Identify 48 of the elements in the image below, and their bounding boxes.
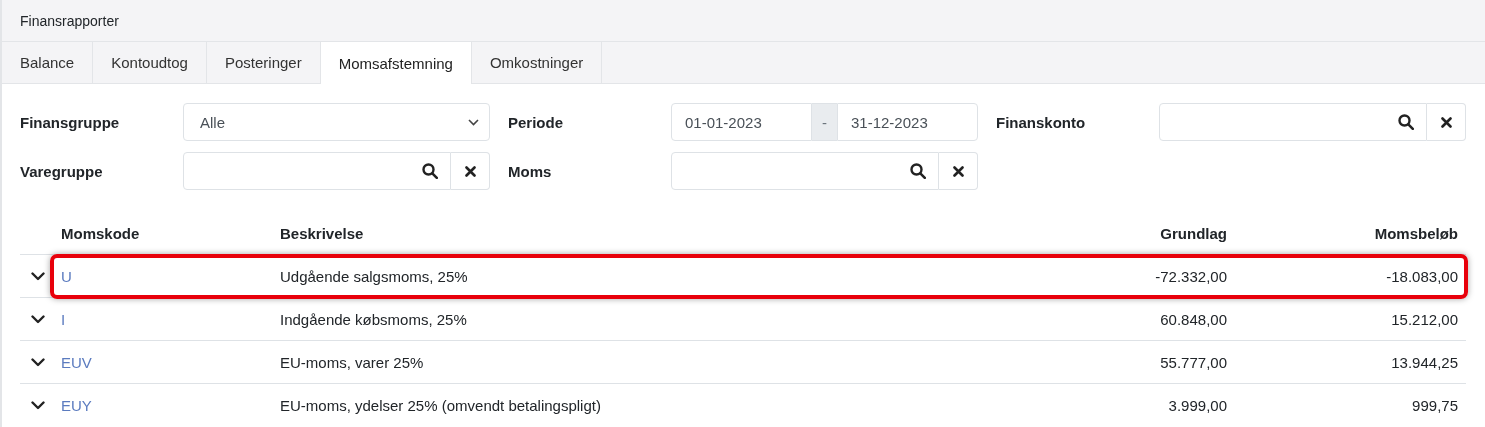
table-cell-text: -18.083,00 — [1385, 267, 1458, 285]
filter-label: Moms — [507, 162, 553, 180]
code-link[interactable]: I — [55, 310, 66, 328]
column-header: Momsbeløb — [1373, 224, 1458, 242]
table-cell-text: 13.944,25 — [1390, 353, 1458, 371]
close-icon — [464, 165, 476, 177]
column-header: Momskode — [60, 224, 141, 242]
search-icon — [910, 163, 926, 179]
clear-button[interactable] — [451, 152, 490, 190]
table-cell-text: 55.777,00 — [1159, 353, 1227, 371]
filter-label: Periode — [507, 113, 565, 131]
table-cell-text: EU-moms, varer 25% — [280, 353, 425, 371]
clear-button[interactable] — [939, 152, 978, 190]
code-link[interactable]: U — [55, 267, 72, 285]
date-field[interactable]: 31-12-2023 — [837, 103, 978, 141]
table-cell-text: EU-moms, ydelser 25% (omvendt betalingspligt) — [280, 396, 602, 414]
table-cell-text: 15.212,00 — [1390, 310, 1458, 328]
range-separator: - — [812, 103, 837, 141]
page-title: Finansrapporter — [20, 12, 119, 29]
search-icon — [422, 163, 438, 179]
chevron-icon[interactable] — [30, 271, 45, 281]
filter-label: Finanskonto — [995, 113, 1087, 131]
chevron-icon[interactable] — [30, 400, 45, 410]
table-cell-text: 3.999,00 — [1167, 396, 1227, 414]
chevron-icon[interactable] — [30, 314, 45, 324]
table-cell-text: -72.332,00 — [1154, 267, 1227, 285]
search-field[interactable] — [1159, 103, 1427, 141]
search-field[interactable] — [671, 152, 939, 190]
table-cell-text: Udgående salgsmoms, 25% — [280, 267, 469, 285]
code-link[interactable]: EUV — [55, 353, 92, 371]
table-cell-text: 60.848,00 — [1159, 310, 1227, 328]
close-icon — [952, 165, 964, 177]
table-cell-text: 999,75 — [1411, 396, 1458, 414]
filter-label: Varegruppe — [20, 162, 104, 180]
caret-icon — [468, 118, 479, 126]
filter-label: Finansgruppe — [20, 113, 121, 131]
search-icon — [1398, 114, 1414, 130]
clear-button[interactable] — [1427, 103, 1466, 141]
column-header: Grundlag — [1159, 224, 1227, 242]
select-field[interactable]: Alle — [183, 103, 490, 141]
tab[interactable]: Momsafstemning — [320, 42, 472, 84]
search-field[interactable] — [183, 152, 451, 190]
chevron-icon[interactable] — [30, 357, 45, 367]
table-cell-text: Indgående købsmoms, 25% — [280, 310, 468, 328]
code-link[interactable]: EUY — [55, 396, 92, 414]
column-header: Beskrivelse — [280, 224, 365, 242]
date-field[interactable]: 01-01-2023 — [671, 103, 812, 141]
close-icon — [1440, 116, 1452, 128]
